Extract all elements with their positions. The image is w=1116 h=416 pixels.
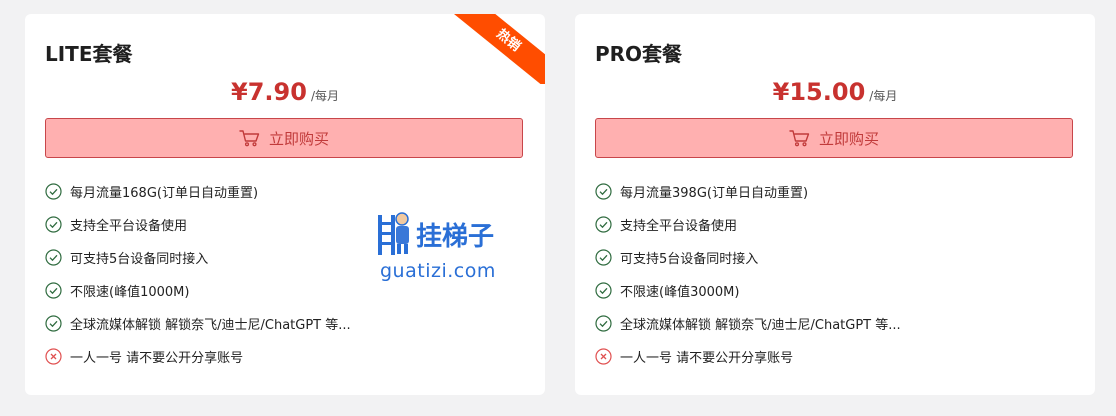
- plan-price: ¥7.90: [231, 78, 307, 106]
- feature-text: 可支持5台设备同时接入: [620, 252, 759, 267]
- plan-title: LITE套餐: [45, 42, 133, 66]
- cross-icon: [595, 348, 612, 365]
- feature-item: 支持全平台设备使用: [45, 208, 351, 241]
- feature-item: 每月流量168G(订单日自动重置): [45, 175, 351, 208]
- feature-text: 不限速(峰值3000M): [620, 285, 740, 300]
- feature-text: 全球流媒体解锁 解锁奈飞/迪士尼/ChatGPT 等...: [70, 318, 351, 333]
- price-period: /每月: [310, 89, 339, 103]
- feature-item: 不限速(峰值3000M): [595, 274, 901, 307]
- feature-item: 每月流量398G(订单日自动重置): [595, 175, 901, 208]
- check-icon: [45, 282, 62, 299]
- feature-list: 每月流量398G(订单日自动重置) 支持全平台设备使用 可支持5台设备同时接入 …: [595, 175, 901, 373]
- feature-text: 全球流媒体解锁 解锁奈飞/迪士尼/ChatGPT 等...: [620, 318, 901, 333]
- check-icon: [595, 282, 612, 299]
- feature-item: 一人一号 请不要公开分享账号: [45, 340, 351, 373]
- feature-list: 每月流量168G(订单日自动重置) 支持全平台设备使用 可支持5台设备同时接入 …: [45, 175, 351, 373]
- feature-text: 每月流量168G(订单日自动重置): [70, 186, 259, 201]
- price-row: ¥7.90/每月: [25, 78, 545, 106]
- check-icon: [45, 183, 62, 200]
- check-icon: [45, 249, 62, 266]
- feature-item: 全球流媒体解锁 解锁奈飞/迪士尼/ChatGPT 等...: [45, 307, 351, 340]
- watermark-text-cn: 挂梯子: [416, 222, 495, 252]
- check-icon: [595, 315, 612, 332]
- buy-now-label: 立即购买: [818, 129, 879, 148]
- check-icon: [45, 216, 62, 233]
- feature-text: 可支持5台设备同时接入: [70, 252, 209, 267]
- buy-now-button[interactable]: 立即购买: [595, 118, 1073, 158]
- feature-text: 每月流量398G(订单日自动重置): [620, 186, 809, 201]
- feature-item: 一人一号 请不要公开分享账号: [595, 340, 901, 373]
- buy-now-label: 立即购买: [268, 129, 329, 148]
- plan-title: PRO套餐: [595, 42, 683, 66]
- plan-card-pro: PRO套餐 ¥15.00/每月 立即购买 每月流量398G(订单日自动重置) 支…: [575, 14, 1095, 395]
- price-row: ¥15.00/每月: [575, 78, 1095, 106]
- cart-icon: [239, 130, 260, 147]
- check-icon: [595, 183, 612, 200]
- check-icon: [45, 315, 62, 332]
- feature-item: 可支持5台设备同时接入: [595, 241, 901, 274]
- check-icon: [595, 249, 612, 266]
- feature-text: 支持全平台设备使用: [620, 219, 738, 234]
- feature-text: 一人一号 请不要公开分享账号: [620, 351, 794, 366]
- feature-item: 全球流媒体解锁 解锁奈飞/迪士尼/ChatGPT 等...: [595, 307, 901, 340]
- feature-item: 支持全平台设备使用: [595, 208, 901, 241]
- feature-item: 不限速(峰值1000M): [45, 274, 351, 307]
- feature-text: 一人一号 请不要公开分享账号: [70, 351, 244, 366]
- check-icon: [595, 216, 612, 233]
- price-period: /每月: [869, 89, 898, 103]
- hot-sale-badge: 热销: [435, 14, 545, 84]
- feature-item: 可支持5台设备同时接入: [45, 241, 351, 274]
- cart-icon: [789, 130, 810, 147]
- watermark-text-en: guatizi.com: [380, 260, 496, 282]
- feature-text: 不限速(峰值1000M): [70, 285, 190, 300]
- hot-sale-badge-label: 热销: [441, 14, 545, 84]
- plan-price: ¥15.00: [772, 78, 866, 106]
- buy-now-button[interactable]: 立即购买: [45, 118, 523, 158]
- feature-text: 支持全平台设备使用: [70, 219, 188, 234]
- plan-card-lite: 热销 LITE套餐 ¥7.90/每月 立即购买 每月流量168G(订单日自动重置…: [25, 14, 545, 395]
- cross-icon: [45, 348, 62, 365]
